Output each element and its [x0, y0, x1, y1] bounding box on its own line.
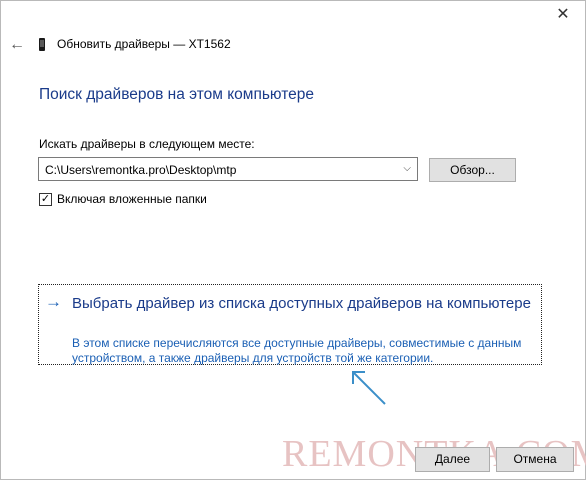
dialog-frame — [0, 0, 586, 480]
back-arrow-icon[interactable]: ← — [9, 37, 25, 53]
search-path-combobox[interactable]: C:\Users\remontka.pro\Desktop\mtp ⌵ — [38, 157, 418, 181]
page-heading: Поиск драйверов на этом компьютере — [39, 86, 314, 103]
search-path-value[interactable]: C:\Users\remontka.pro\Desktop\mtp — [45, 163, 236, 177]
browse-button[interactable]: Обзор... — [429, 158, 516, 182]
cancel-button[interactable]: Отмена — [496, 447, 574, 472]
window-title: Обновить драйверы — XT1562 — [57, 37, 231, 51]
close-icon[interactable]: ✕ — [556, 7, 570, 23]
right-arrow-icon[interactable]: → — [45, 292, 62, 312]
next-button[interactable]: Далее — [415, 447, 490, 472]
include-subfolders-checkbox[interactable]: ✓ — [39, 193, 52, 206]
phone-device-icon — [39, 38, 45, 51]
pick-driver-option-title[interactable]: Выбрать драйвер из списка доступных драй… — [72, 293, 532, 315]
chevron-down-icon[interactable]: ⌵ — [403, 163, 411, 174]
pick-driver-option-description[interactable]: В этом списке перечисляются все доступны… — [72, 336, 532, 366]
include-subfolders-label[interactable]: Включая вложенные папки — [57, 192, 207, 206]
search-path-label: Искать драйверы в следующем месте: — [39, 137, 255, 151]
annotation-arrow-icon — [352, 371, 386, 405]
